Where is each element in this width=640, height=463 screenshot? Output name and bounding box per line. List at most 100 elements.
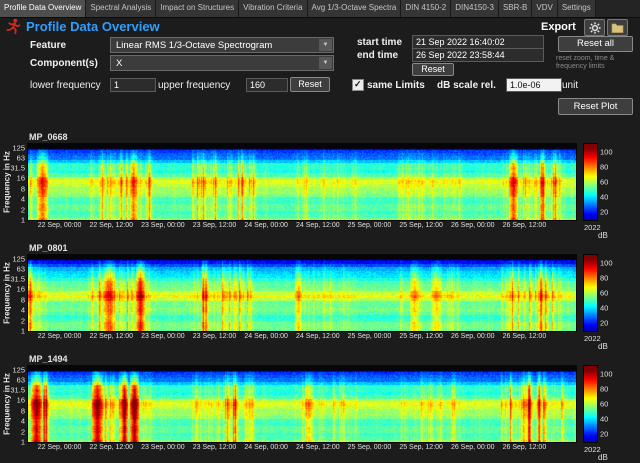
tab-vibration-criteria[interactable]: Vibration Criteria (239, 0, 307, 17)
colorbar-tick-label: 80 (600, 162, 608, 171)
x-axis-tick-label: 23 Sep, 12:00 (193, 444, 237, 451)
spectrogram-panel-mp1494: MP_1494 Frequency in Hz 1256331.5168421 … (0, 355, 640, 463)
y-axis-tick-label: 63 (17, 153, 25, 162)
x-axis-tick-label: 23 Sep, 12:00 (193, 333, 237, 340)
upper-frequency-label: upper frequency (158, 80, 230, 91)
colorbar-tick-label: 100 (600, 369, 613, 378)
export-folder-button[interactable] (607, 19, 628, 36)
chevron-down-icon: ▼ (319, 39, 332, 51)
y-axis-tick-label: 63 (17, 375, 25, 384)
x-axis-tick-label: 25 Sep, 12:00 (399, 444, 443, 451)
reset-all-button[interactable]: Reset all (558, 36, 633, 52)
tab-bar: Profile Data Overview Spectral Analysis … (0, 0, 640, 18)
y-axis-tick-label: 4 (21, 417, 25, 426)
x-axis-tick-label: 25 Sep, 00:00 (348, 444, 392, 451)
lower-frequency-label: lower frequency (30, 80, 101, 91)
y-axis-tick-label: 2 (21, 205, 25, 214)
feature-dropdown[interactable]: Linear RMS 1/3-Octave Spectrogram ▼ (110, 37, 334, 53)
x-axis-tick-label: 24 Sep, 12:00 (296, 333, 340, 340)
plot-area: Frequency in Hz 1256331.5168421 10080604… (0, 366, 640, 463)
plot-title: MP_0801 (29, 243, 68, 253)
tab-settings[interactable]: Settings (558, 0, 596, 17)
same-limits-checkbox[interactable] (352, 79, 364, 91)
tab-din-4150-3[interactable]: DIN4150-3 (451, 0, 499, 17)
upper-frequency-input[interactable]: 160 (246, 78, 288, 92)
components-dropdown[interactable]: X ▼ (110, 55, 334, 71)
x-axis-tick-label: 24 Sep, 12:00 (296, 444, 340, 451)
colorbar-tick-label: 20 (600, 319, 608, 328)
export-label: Export (541, 21, 576, 33)
colorbar-unit-label: dB (598, 342, 608, 351)
spectrogram-panel-mp0801: MP_0801 Frequency in Hz 1256331.5168421 … (0, 244, 640, 352)
y-axis-ticks: 1256331.5168421 (0, 366, 26, 442)
start-time-label: start time (357, 37, 402, 48)
plot-area: Frequency in Hz 1256331.5168421 10080604… (0, 255, 640, 352)
colorbar-tick-label: 20 (600, 208, 608, 217)
x-axis-tick-label: 26 Sep, 00:00 (451, 444, 495, 451)
colorbar-ticks: 10080604020 (600, 144, 626, 220)
end-time-field[interactable]: 26 Sep 2022 23:58:44 (412, 48, 544, 62)
plot-title: MP_0668 (29, 132, 68, 142)
x-axis-tick-label: 26 Sep, 12:00 (503, 222, 547, 229)
spectrogram-canvas[interactable] (28, 255, 576, 331)
chevron-down-icon: ▼ (319, 57, 332, 69)
colorbar-unit-label: dB (598, 231, 608, 240)
colorbar-tick-label: 100 (600, 147, 613, 156)
y-axis-tick-label: 31.5 (10, 164, 25, 173)
components-dropdown-value: X (116, 58, 122, 69)
x-axis-tick-label: 23 Sep, 00:00 (141, 222, 185, 229)
tab-vdv[interactable]: VDV (532, 0, 557, 17)
x-axis-tick-label: 25 Sep, 00:00 (348, 222, 392, 229)
x-axis-tick-label: 22 Sep, 12:00 (89, 222, 133, 229)
x-axis-tick-label: 25 Sep, 12:00 (399, 222, 443, 229)
export-settings-button[interactable] (584, 19, 605, 36)
x-axis-tick-label: 26 Sep, 12:00 (503, 333, 547, 340)
tab-avg-third-octave-spectra[interactable]: Avg 1/3-Octave Spectra (308, 0, 402, 17)
plot-area: Frequency in Hz 1256331.5168421 10080604… (0, 144, 640, 241)
colorbar (584, 144, 597, 220)
y-axis-tick-label: 125 (12, 365, 25, 374)
colorbar-ticks: 10080604020 (600, 366, 626, 442)
colorbar-unit-label: dB (598, 453, 608, 462)
tab-profile-data-overview[interactable]: Profile Data Overview (0, 0, 86, 17)
spectrogram-canvas[interactable] (28, 144, 576, 220)
y-axis-tick-label: 125 (12, 143, 25, 152)
spectrogram-panel-mp0668: MP_0668 Frequency in Hz 1256331.5168421 … (0, 133, 640, 241)
colorbar (584, 366, 597, 442)
unit-label: unit (562, 80, 578, 91)
x-axis-tick-label: 22 Sep, 00:00 (38, 222, 82, 229)
x-axis-ticks: 22 Sep, 00:0022 Sep, 12:0023 Sep, 00:002… (28, 444, 576, 455)
y-axis-tick-label: 8 (21, 295, 25, 304)
x-axis-tick-label: 24 Sep, 12:00 (296, 222, 340, 229)
components-label: Component(s) (30, 58, 98, 69)
frequency-reset-button[interactable]: Reset (290, 77, 330, 92)
x-axis-tick-label: 23 Sep, 00:00 (141, 333, 185, 340)
colorbar-tick-label: 60 (600, 289, 608, 298)
x-axis-tick-label: 25 Sep, 00:00 (348, 333, 392, 340)
tab-din-4150-2[interactable]: DIN 4150-2 (401, 0, 451, 17)
y-axis-tick-label: 31.5 (10, 386, 25, 395)
y-axis-tick-label: 4 (21, 195, 25, 204)
reset-plot-button[interactable]: Reset Plot (558, 98, 633, 115)
colorbar-tick-label: 80 (600, 384, 608, 393)
y-axis-ticks: 1256331.5168421 (0, 144, 26, 220)
same-limits-label: same Limits (367, 80, 425, 91)
lower-frequency-input[interactable]: 1 (110, 78, 156, 92)
spectrogram-canvas[interactable] (28, 366, 576, 442)
x-axis-tick-label: 22 Sep, 12:00 (89, 333, 133, 340)
x-axis-tick-label: 23 Sep, 00:00 (141, 444, 185, 451)
x-axis-tick-label: 26 Sep, 12:00 (503, 444, 547, 451)
y-axis-tick-label: 2 (21, 427, 25, 436)
tab-spectral-analysis[interactable]: Spectral Analysis (86, 0, 156, 17)
colorbar-tick-label: 80 (600, 273, 608, 282)
start-time-field[interactable]: 21 Sep 2022 16:40:02 (412, 35, 544, 49)
db-scale-input[interactable]: 1.0e-06 (506, 78, 562, 92)
controls-panel: Profile Data Overview Export Feature Lin… (0, 18, 640, 133)
tab-sbr-b[interactable]: SBR-B (499, 0, 532, 17)
y-axis-tick-label: 8 (21, 184, 25, 193)
y-axis-tick-label: 16 (17, 285, 25, 294)
feature-dropdown-value: Linear RMS 1/3-Octave Spectrogram (116, 40, 272, 51)
time-reset-button[interactable]: Reset (412, 63, 454, 76)
x-axis-tick-label: 26 Sep, 00:00 (451, 333, 495, 340)
tab-impact-on-structures[interactable]: Impact on Structures (156, 0, 239, 17)
